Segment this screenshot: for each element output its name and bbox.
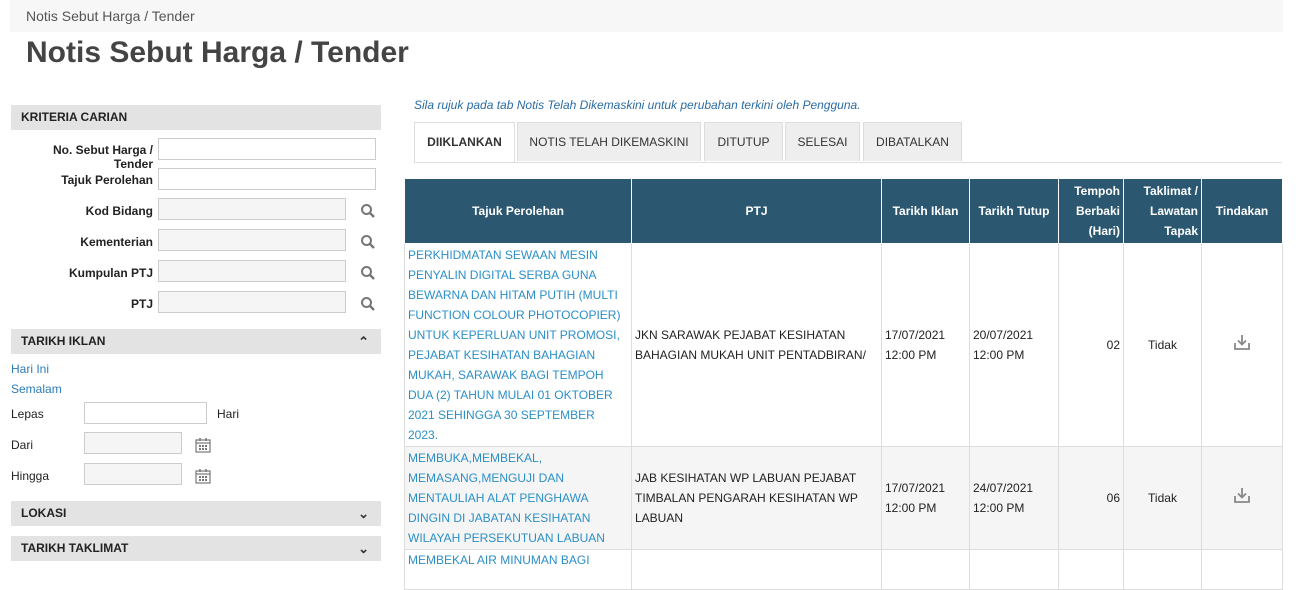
tempoh-cell [1058,549,1124,590]
ptj-search-icon[interactable] [360,296,376,312]
tab-selesai[interactable]: SELESAI [785,122,860,161]
kod-search-icon[interactable] [360,203,376,219]
no-label: No. Sebut Harga / Tender [52,143,153,171]
hingga-label: Hingga [11,469,50,483]
download-icon[interactable] [1233,333,1251,351]
table-row: MEMBUKA,MEMBEKAL, MEMASANG,MENGUJI DAN M… [404,446,1283,550]
ptj-cell: JAB KESIHATAN WP LABUAN PEJABAT TIMBALAN… [631,446,882,550]
hingga-input[interactable] [84,463,182,485]
tempoh-cell: 06 [1058,446,1124,550]
kod-input[interactable] [158,198,346,220]
tajuk-label: Tajuk Perolehan [61,173,153,187]
semalam-link[interactable]: Semalam [11,382,62,396]
lepas-input[interactable] [84,402,207,424]
ptj-cell: JKN SARAWAK PEJABAT KESIHATAN BAHAGIAN M… [631,243,882,447]
lokasi-label: LOKASI [21,506,67,520]
taklimat-cell: Tidak [1123,243,1202,447]
lepas-label: Lepas [11,407,44,421]
kod-label: Kod Bidang [85,204,153,218]
tindakan-cell [1201,243,1283,447]
hari-ini-link[interactable]: Hari Ini [11,362,49,376]
table-header-row: Tajuk Perolehan PTJ Tarikh Iklan Tarikh … [404,178,1283,244]
tarikh-tutup-cell: 20/07/2021 12:00 PM [969,243,1059,447]
kementerian-search-icon[interactable] [360,234,376,250]
col-header-taklimat[interactable]: Taklimat / Lawatan Tapak [1123,178,1202,244]
status-tabs: DIIKLANKAN NOTIS TELAH DIKEMASKINI DITUT… [414,122,1282,163]
tajuk-input[interactable] [158,168,376,190]
tarikh-taklimat-label: TARIKH TAKLIMAT [21,541,129,555]
tab-diiklankan[interactable]: DIIKLANKAN [414,122,515,162]
kementerian-input[interactable] [158,229,346,251]
update-notice: Sila rujuk pada tab Notis Telah Dikemask… [414,98,861,112]
search-criteria-label: KRITERIA CARIAN [21,110,128,124]
tarikh-iklan-label: TARIKH IKLAN [21,334,106,348]
taklimat-cell [1123,549,1202,590]
page-title: Notis Sebut Harga / Tender [26,36,409,69]
taklimat-cell: Tidak [1123,446,1202,550]
search-criteria-header: KRITERIA CARIAN [11,105,381,130]
col-header-tajuk[interactable]: Tajuk Perolehan [404,178,632,244]
tab-dibatalkan[interactable]: DIBATALKAN [863,122,962,161]
tempoh-cell: 02 [1058,243,1124,447]
col-header-tempoh[interactable]: Tempoh Berbaki (Hari) [1058,178,1124,244]
col-header-tindakan: Tindakan [1201,178,1283,244]
dari-calendar-icon[interactable] [195,437,211,453]
ptj-label: PTJ [130,297,153,311]
chevron-up-icon[interactable]: ⌃ [358,329,369,354]
tajuk-link[interactable]: MEMBEKAL AIR MINUMAN BAGI [404,549,632,590]
tarikh-iklan-cell: 17/07/2021 12:00 PM [881,446,970,550]
kumpulan-label: Kumpulan PTJ [68,266,153,280]
download-icon[interactable] [1233,486,1251,504]
tarikh-iklan-header[interactable]: TARIKH IKLAN ⌃ [11,329,381,354]
tarikh-taklimat-header[interactable]: TARIKH TAKLIMAT ⌄ [11,536,381,561]
tarikh-tutup-cell: 24/07/2021 12:00 PM [969,446,1059,550]
kumpulan-input[interactable] [158,260,346,282]
table-row: PERKHIDMATAN SEWAAN MESIN PENYALIN DIGIT… [404,243,1283,447]
col-header-tarikh-iklan[interactable]: Tarikh Iklan [881,178,970,244]
col-header-tarikh-tutup[interactable]: Tarikh Tutup [969,178,1059,244]
tindakan-cell [1201,446,1283,550]
kementerian-label: Kementerian [80,235,153,249]
hingga-calendar-icon[interactable] [195,468,211,484]
tajuk-link[interactable]: MEMBUKA,MEMBEKAL, MEMASANG,MENGUJI DAN M… [404,446,632,550]
chevron-down-icon[interactable]: ⌄ [358,536,369,561]
no-input[interactable] [158,138,376,160]
dari-input[interactable] [84,432,182,454]
table-row: MEMBEKAL AIR MINUMAN BAGI [404,549,1283,590]
hari-label: Hari [217,407,240,421]
ptj-cell [631,549,882,590]
col-header-ptj[interactable]: PTJ [631,178,882,244]
tender-table: Tajuk Perolehan PTJ Tarikh Iklan Tarikh … [404,178,1283,590]
tarikh-iklan-cell [881,549,970,590]
tab-notis-telah-dikemaskini[interactable]: NOTIS TELAH DIKEMASKINI [517,122,701,161]
dari-label: Dari [11,438,34,452]
tarikh-iklan-cell: 17/07/2021 12:00 PM [881,243,970,447]
lokasi-header[interactable]: LOKASI ⌄ [11,501,381,526]
kumpulan-search-icon[interactable] [360,265,376,281]
chevron-down-icon[interactable]: ⌄ [358,501,369,526]
tarikh-tutup-cell [969,549,1059,590]
tindakan-cell [1201,549,1283,590]
tajuk-link[interactable]: PERKHIDMATAN SEWAAN MESIN PENYALIN DIGIT… [404,243,632,447]
breadcrumb: Notis Sebut Harga / Tender [10,0,1283,32]
tab-ditutup[interactable]: DITUTUP [704,122,783,161]
ptj-input[interactable] [158,291,346,313]
